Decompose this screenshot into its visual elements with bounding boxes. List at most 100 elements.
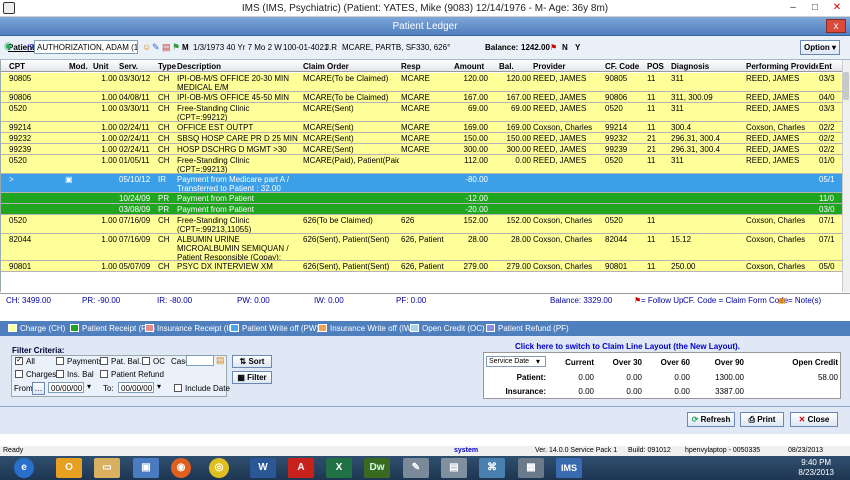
ie-icon[interactable]: e (14, 458, 34, 478)
pat-bal-checkbox[interactable] (100, 357, 108, 365)
case-folder-icon[interactable]: ▤ (216, 355, 225, 366)
dreamweaver-icon[interactable]: Dw (364, 458, 390, 478)
column-header[interactable]: Mod. (69, 62, 91, 71)
table-row[interactable]: 99239 1.00 02/24/11 CH HOSP DSCHRG D MGMT >3… (1, 144, 842, 155)
table-row[interactable]: 0520 1.00 07/16/09 CH Free-Standing Clinic (… (1, 215, 842, 234)
from-date-input[interactable]: 00/00/00 (48, 382, 84, 393)
network-icon[interactable]: ⌘ (479, 458, 505, 478)
window-close-button[interactable]: ✕ (826, 0, 848, 17)
column-header[interactable]: Description (177, 62, 301, 71)
table-row[interactable]: 0520 1.00 01/05/11 CH Free-Standing Clinic (… (1, 155, 842, 174)
column-header[interactable]: Claim Order (303, 62, 399, 71)
table-row[interactable]: >05/10/12 IR Payment from Medicare part A … (1, 174, 842, 193)
taskbar-clock[interactable]: 9:40 PM 8/23/2013 (798, 458, 834, 478)
to-label: To: (103, 384, 114, 393)
ins-bal-label: Ins. Bal (67, 370, 94, 379)
sort-button[interactable]: ⇅ Sort (232, 355, 272, 368)
acrobat-icon[interactable]: A (288, 458, 314, 478)
case-input[interactable] (186, 355, 214, 366)
maximize-button[interactable]: □ (804, 0, 826, 17)
aging-basis-dropdown-icon[interactable]: ▾ (536, 357, 540, 366)
table-cell: Coxson, Charles (533, 123, 593, 132)
column-header[interactable]: Provider (533, 62, 603, 71)
print-button[interactable]: ⎙ Print (740, 412, 784, 427)
charges-checkbox[interactable] (15, 370, 23, 378)
column-header[interactable]: Diagnosis (671, 62, 745, 71)
flag-icon[interactable]: ⚑ (172, 42, 180, 53)
from-dropdown-icon[interactable]: ▾ (87, 382, 91, 391)
aging-header: Current (565, 358, 594, 367)
display-icon[interactable]: ▤ (441, 458, 467, 478)
table-cell: 626(To be Claimed) (303, 216, 373, 225)
claim-layout-link[interactable]: Click here to switch to Claim Line Layou… (515, 342, 740, 351)
column-header[interactable]: POS (647, 62, 669, 71)
table-row[interactable]: 82044 1.00 07/16/09 CH ALBUMIN URINE MICROAL… (1, 234, 842, 261)
table-cell: 112.00 (464, 156, 488, 165)
close-button[interactable]: ✕ Close (790, 412, 838, 427)
column-header[interactable]: Type (158, 62, 176, 71)
patient-dob: 1/3/1973 40 Yr 7 Mo 2 W (193, 43, 282, 52)
table-cell: 300.00 (506, 145, 531, 154)
chrome-icon[interactable]: ◎ (209, 458, 229, 478)
paint-icon[interactable]: ✎ (403, 458, 429, 478)
table-row[interactable]: 90801 1.00 05/07/09 CH PSYC DX INTERVIEW XM 6… (1, 261, 842, 272)
outlook-icon[interactable]: O (56, 458, 82, 478)
calculator-icon[interactable]: ▦ (518, 458, 544, 478)
firefox-icon[interactable]: ◉ (171, 458, 191, 478)
minimize-button[interactable]: – (782, 0, 804, 17)
column-header[interactable]: Performing Provider (746, 62, 818, 71)
ledger-close-button[interactable]: x (826, 19, 846, 33)
table-row[interactable]: 90805 1.00 03/30/12 CH IPI-OB-M/S OFFICE 20-… (1, 73, 842, 92)
patient-refund-checkbox[interactable] (100, 370, 108, 378)
n-toggle[interactable]: N (562, 43, 568, 52)
word-icon[interactable]: W (250, 458, 276, 478)
column-header[interactable]: CPT (9, 62, 65, 71)
table-cell: 120.00 (463, 74, 488, 83)
column-header[interactable]: Bal. (499, 62, 531, 71)
refresh-button[interactable]: ⟳ Refresh (687, 412, 735, 427)
search-icon[interactable]: ◉ (4, 41, 13, 52)
table-cell: REED, JAMES (533, 74, 587, 83)
option-button[interactable]: Option ▾ (800, 40, 840, 55)
table-row[interactable]: 99232 1.00 02/24/11 CH SBSQ HOSP CARE PR D 2… (1, 133, 842, 144)
column-header[interactable]: Serv. (119, 62, 155, 71)
y-toggle[interactable]: Y (575, 43, 580, 52)
table-cell: Free-Standing Clinic (CPT=:99212) (177, 104, 250, 122)
table-cell: 07/16/09 (119, 235, 151, 244)
table-row[interactable]: 90806 1.00 04/08/11 CH IPI-OB-M/S OFFICE 45-… (1, 92, 842, 103)
table-cell: 90806 (9, 93, 32, 102)
payments-checkbox[interactable] (56, 357, 64, 365)
column-header[interactable]: Resp (401, 62, 453, 71)
aging-header: Open Credit (792, 358, 838, 367)
include-date-checkbox[interactable] (174, 384, 182, 392)
grid-scrollbar-thumb[interactable] (843, 72, 849, 100)
column-header[interactable]: Unit (93, 62, 117, 71)
folder-icon[interactable]: ▤ (162, 42, 171, 53)
patient-name-field[interactable]: AUTHORIZATION, ADAM (1 (34, 40, 138, 54)
oc-checkbox[interactable] (142, 357, 150, 365)
person-icon[interactable]: ☺ (142, 42, 151, 52)
all-checkbox[interactable]: ✓ (15, 355, 23, 365)
table-cell: 10/24/09 (119, 194, 151, 203)
table-row[interactable]: 10/24/09 PR Payment from Patient -12.00 11/0 (1, 193, 842, 204)
ims-taskbar-icon[interactable]: IMS (556, 458, 582, 478)
filter-button[interactable]: ▦ Filter (232, 371, 272, 384)
file-explorer-icon[interactable]: ▭ (94, 458, 120, 478)
from-picker-button[interactable]: … (32, 382, 45, 395)
to-date-input[interactable]: 00/00/00 (118, 382, 154, 393)
table-row[interactable]: 03/08/09 PR Payment from Patient -20.00 03/0 (1, 204, 842, 215)
excel-icon[interactable]: X (326, 458, 352, 478)
column-header[interactable]: CF. Code (605, 62, 645, 71)
table-row[interactable]: 0520 1.00 03/30/11 CH Free-Standing Clinic (… (1, 103, 842, 122)
remote-desktop-icon[interactable]: ▣ (133, 458, 159, 478)
column-header[interactable]: Ent (819, 62, 842, 71)
note-icon[interactable]: ▣ (65, 175, 73, 184)
ins-bal-checkbox[interactable] (56, 370, 64, 378)
table-cell: 02/24/11 (119, 145, 150, 154)
column-header[interactable]: Amount (454, 62, 488, 71)
edit-icon[interactable]: ✎ (152, 42, 160, 53)
action-bar: ⟳ Refresh ⎙ Print ✕ Close (0, 407, 850, 434)
to-dropdown-icon[interactable]: ▾ (157, 382, 161, 391)
table-row[interactable]: 99214 1.00 02/24/11 CH OFFICE EST OUTPT MCARE… (1, 122, 842, 133)
table-cell: 90805 (9, 74, 32, 83)
